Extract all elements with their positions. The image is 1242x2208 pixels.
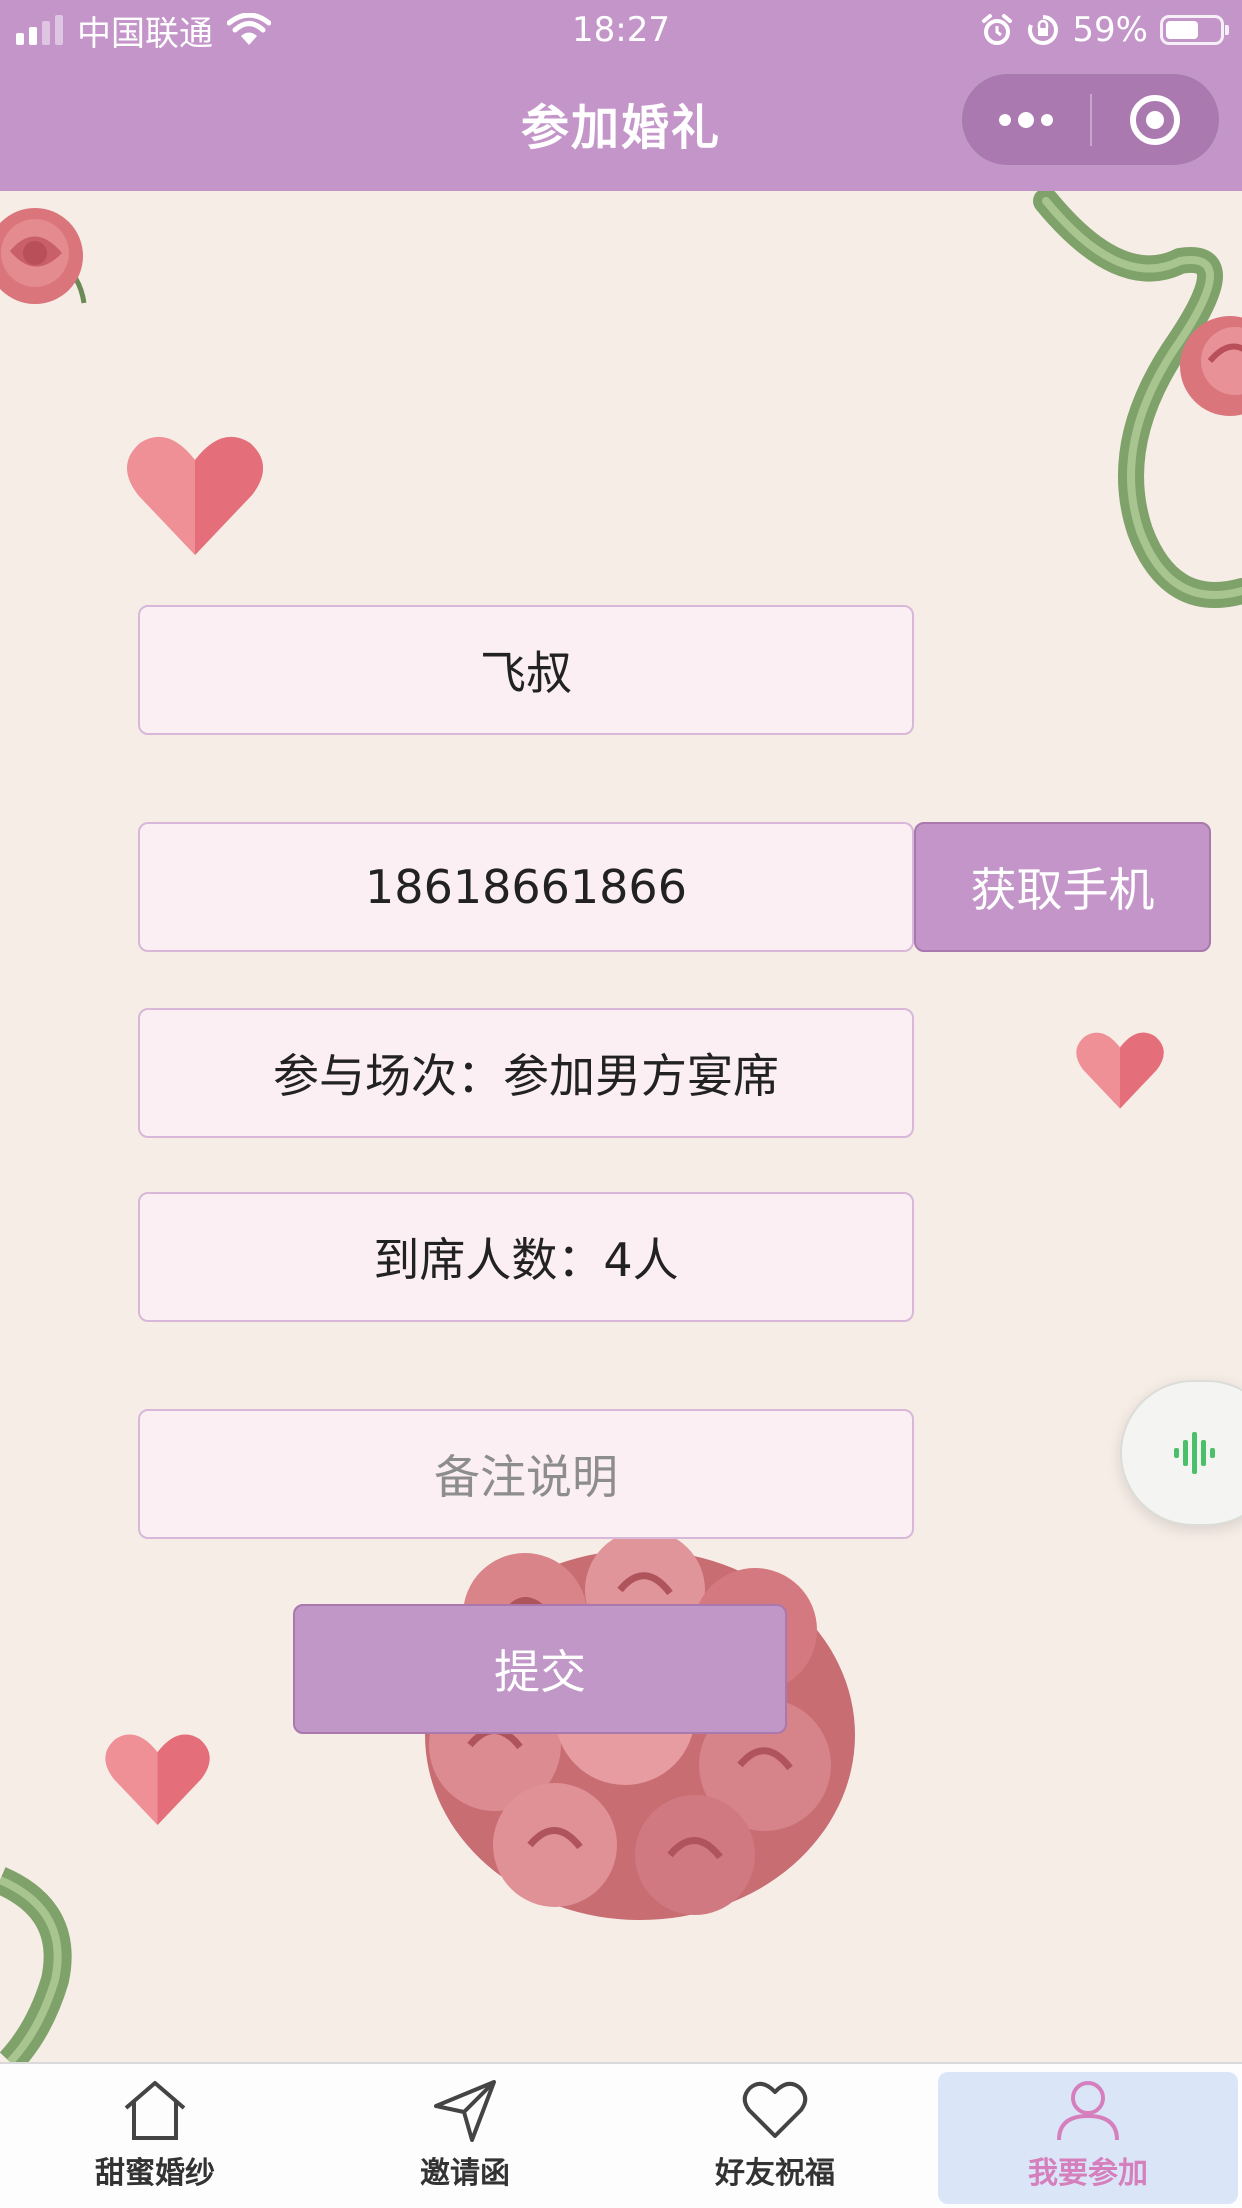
tab-friend-wishes[interactable]: 好友祝福 (625, 2072, 925, 2204)
get-phone-button[interactable]: 获取手机 (914, 822, 1211, 952)
top-bar: 中国联通 18:27 59% 参加婚礼 (0, 0, 1242, 191)
battery-icon (1160, 15, 1229, 45)
voice-float-button[interactable] (1120, 1380, 1242, 1526)
mini-program-capsule (961, 73, 1220, 166)
user-icon (1057, 2081, 1119, 2141)
heart-icon (742, 2081, 808, 2138)
tab-label: 邀请函 (420, 2156, 510, 2191)
submit-button[interactable]: 提交 (293, 1604, 787, 1734)
attendees-select[interactable]: 到席人数：4人 (138, 1192, 914, 1322)
status-right: 59% (980, 10, 1229, 50)
heart-decoration-lower-left (105, 1734, 210, 1825)
ribbon-bottom-left-decoration (0, 1867, 72, 2062)
more-dots-icon (998, 111, 1053, 128)
session-select[interactable]: 参与场次：参加男方宴席 (138, 1008, 914, 1138)
tab-label: 我要参加 (1028, 2156, 1148, 2191)
voice-wave-icon (1174, 1432, 1215, 1474)
heart-decoration-upper-left (126, 436, 264, 555)
name-field[interactable]: 飞叔 (138, 605, 914, 735)
phone-field[interactable]: 18618661866 (138, 822, 914, 952)
heart-decoration-right (1076, 1032, 1164, 1109)
tab-wedding-photos[interactable]: 甜蜜婚纱 (5, 2072, 305, 2204)
tab-invitation[interactable]: 邀请函 (315, 2072, 615, 2204)
battery-percent: 59% (1072, 10, 1148, 50)
rotation-lock-icon (1028, 15, 1059, 45)
tab-join[interactable]: 我要参加 (938, 2072, 1238, 2204)
close-button[interactable] (1092, 74, 1220, 165)
tab-label: 甜蜜婚纱 (95, 2156, 215, 2191)
rose-corner-top-left-decoration (0, 208, 87, 304)
alarm-icon (982, 14, 1013, 45)
ribbon-rose-top-right-decoration (1033, 191, 1242, 608)
bottom-tab-bar: 甜蜜婚纱 邀请函 好友祝福 我要参加 (0, 2062, 1242, 2208)
remark-input[interactable]: 备注说明 (138, 1409, 914, 1539)
tab-label: 好友祝福 (715, 2156, 835, 2191)
home-icon (124, 2081, 186, 2140)
target-circle-icon (1130, 94, 1181, 145)
send-icon (434, 2080, 496, 2142)
more-button[interactable] (962, 74, 1090, 165)
